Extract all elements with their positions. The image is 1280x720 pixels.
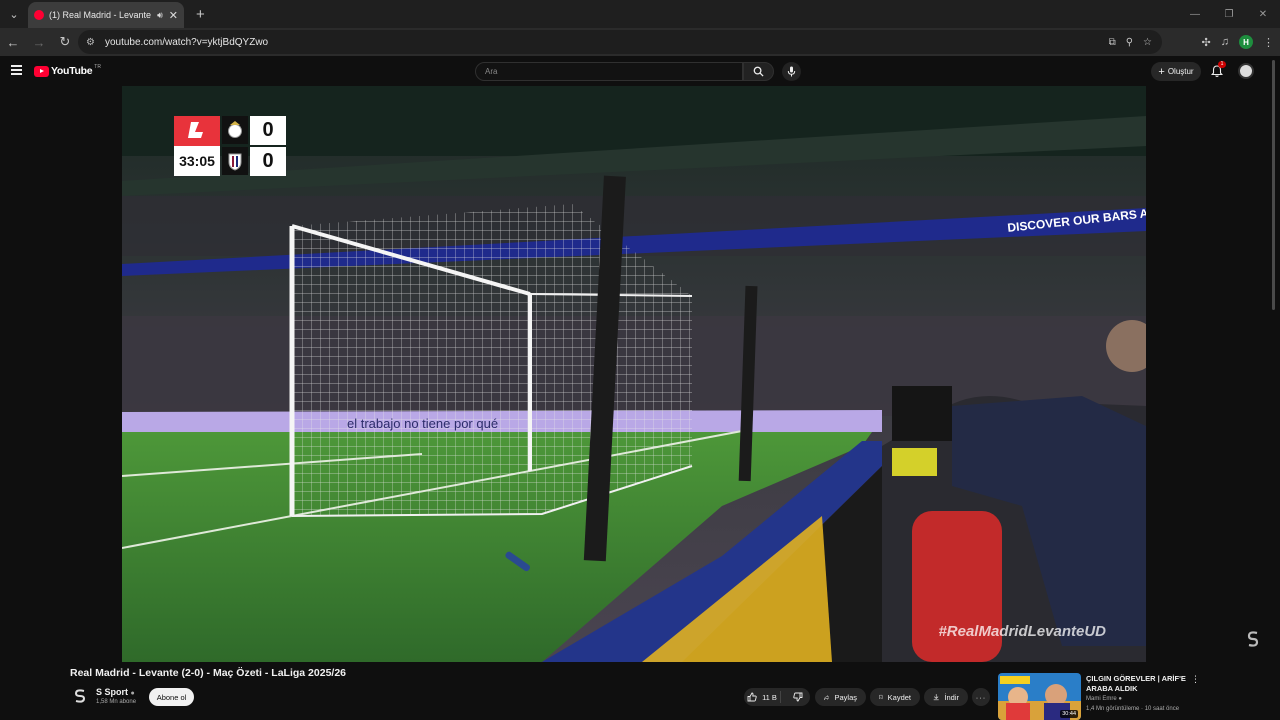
youtube-logo[interactable]: YouTube TR: [34, 64, 101, 77]
browser-menu-icon[interactable]: ⋮: [1263, 36, 1274, 49]
browser-tab-bar: ⌄ (1) Real Madrid - Levante (2 🔊︎ ✕ + — …: [0, 0, 1280, 28]
like-button[interactable]: 11 B: [744, 691, 781, 703]
verified-icon: ●: [1118, 696, 1122, 702]
thumbs-down-icon: [793, 692, 803, 702]
search-button[interactable]: [743, 62, 774, 81]
extensions-icon[interactable]: ✣: [1202, 36, 1211, 49]
thumbs-up-icon: [747, 692, 757, 702]
install-app-icon[interactable]: ⧉: [1109, 37, 1116, 48]
like-count: 11 B: [762, 692, 777, 702]
youtube-favicon-icon: [34, 10, 44, 20]
away-score: 0: [250, 147, 286, 176]
address-bar[interactable]: ⚙ youtube.com/watch?v=yktjBdQYZwo ⧉ ⚲ ☆: [78, 30, 1162, 54]
channel-watermark-icon: [1244, 630, 1262, 706]
laliga-logo-icon: [174, 116, 220, 146]
real-madrid-crest-icon: [222, 116, 248, 144]
verified-icon: ●: [130, 690, 135, 697]
s-sport-logo-icon: [74, 689, 86, 703]
tab-search-icon[interactable]: ⌄: [2, 2, 26, 26]
youtube-play-icon: [34, 65, 49, 77]
notification-badge: 1: [1218, 61, 1226, 68]
voice-search-button[interactable]: [782, 62, 801, 81]
dislike-button[interactable]: [786, 692, 810, 702]
match-clock: 33:05: [174, 146, 220, 176]
youtube-wordmark: YouTube: [51, 65, 93, 77]
video-player[interactable]: el trabajo no tiene por qué DISCOVER OUR…: [122, 86, 1146, 662]
browser-extensions: ✣ ♫ H ⋮: [1202, 28, 1274, 56]
hamburger-menu-icon[interactable]: [11, 65, 22, 75]
broadcast-hashtag: #RealMadridLevanteUD: [938, 623, 1106, 640]
search-icon: [753, 66, 764, 77]
new-tab-icon[interactable]: +: [196, 6, 205, 23]
download-icon: [933, 694, 939, 701]
address-bar-actions: ⧉ ⚲ ☆: [1109, 30, 1152, 54]
browser-toolbar: ← → ↻ ⚙ youtube.com/watch?v=yktjBdQYZwo …: [0, 28, 1280, 56]
levante-crest-icon: [222, 147, 248, 175]
reload-icon[interactable]: ↻: [52, 34, 78, 50]
plus-icon: +: [1158, 65, 1165, 78]
recommended-video-title[interactable]: ÇILGIN GÖREVLER | ARİF'E ARABA ALDIK: [1086, 674, 1186, 694]
window-close-icon[interactable]: ✕: [1246, 0, 1280, 28]
download-label: İndir: [944, 692, 959, 702]
region-code: TR: [94, 64, 101, 70]
subscribe-button[interactable]: Abone ol: [149, 688, 194, 706]
subscriber-count: 1,58 Mn abone: [96, 699, 137, 705]
window-controls: — ❐ ✕: [1178, 0, 1280, 28]
recommended-channel-name: Mami Emre: [1086, 696, 1117, 702]
channel-name-text: S Sport: [96, 687, 129, 697]
video-duration: 30:44: [1060, 710, 1078, 718]
media-control-icon[interactable]: ♫: [1221, 36, 1229, 48]
microphone-icon: [787, 66, 796, 77]
forward-icon[interactable]: →: [26, 35, 52, 50]
more-actions-button[interactable]: ···: [972, 688, 990, 706]
save-button[interactable]: Kaydet: [870, 688, 920, 706]
more-horizontal-icon: ···: [975, 692, 987, 702]
page-scrollbar[interactable]: [1270, 60, 1278, 310]
adboard-text: el trabajo no tiene por qué: [347, 416, 499, 431]
like-dislike-group: 11 B: [744, 688, 810, 706]
close-tab-icon[interactable]: ✕: [169, 9, 178, 22]
speaker-icon[interactable]: 🔊︎: [157, 10, 163, 21]
recommended-video-thumbnail[interactable]: 30:44: [998, 673, 1081, 720]
save-label: Kaydet: [887, 692, 911, 702]
download-button[interactable]: İndir: [924, 688, 968, 706]
home-score: 0: [250, 116, 286, 145]
search-input[interactable]: Ara: [475, 62, 743, 81]
search-placeholder: Ara: [485, 67, 498, 76]
minimize-icon[interactable]: —: [1178, 0, 1212, 28]
recommended-channel[interactable]: Mami Emre ●: [1086, 696, 1122, 702]
scoreboard: 0 33:05 0: [174, 116, 286, 176]
share-icon: [824, 694, 830, 700]
recommended-menu-icon[interactable]: ⋮: [1191, 674, 1200, 685]
restore-icon[interactable]: ❐: [1212, 0, 1246, 28]
site-info-icon[interactable]: ⚙: [86, 37, 95, 48]
tab-title: (1) Real Madrid - Levante (2: [49, 10, 152, 20]
bookmark-icon: [879, 694, 883, 700]
back-icon[interactable]: ←: [0, 35, 26, 50]
create-button[interactable]: + Oluştur: [1151, 62, 1201, 81]
url-text: youtube.com/watch?v=yktjBdQYZwo: [104, 36, 269, 48]
account-avatar[interactable]: [1238, 63, 1254, 79]
recommended-video-meta: 1,4 Mn görüntüleme · 10 saat önce: [1086, 706, 1180, 712]
zoom-icon[interactable]: ⚲: [1126, 37, 1133, 48]
channel-name[interactable]: S Sport ●: [96, 687, 135, 697]
create-label: Oluştur: [1167, 67, 1194, 76]
video-title: Real Madrid - Levante (2-0) - Maç Özeti …: [70, 667, 346, 679]
youtube-header: YouTube TR Ara + Oluştur 1: [0, 56, 1280, 86]
share-label: Paylaş: [834, 692, 857, 702]
share-button[interactable]: Paylaş: [815, 688, 866, 706]
browser-tab[interactable]: (1) Real Madrid - Levante (2 🔊︎ ✕: [28, 2, 184, 28]
channel-avatar[interactable]: [70, 686, 90, 706]
profile-avatar[interactable]: H: [1239, 35, 1253, 49]
bookmark-star-icon[interactable]: ☆: [1143, 37, 1152, 48]
